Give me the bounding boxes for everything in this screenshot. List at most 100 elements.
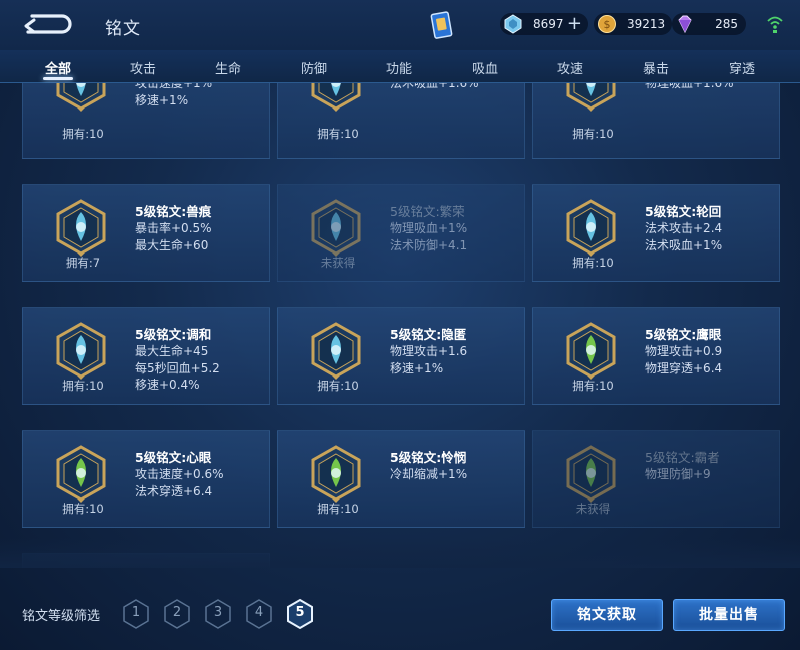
rune-card-icon[interactable]: [428, 10, 456, 40]
signal-icon: [767, 16, 783, 33]
rune-owned-count: 拥有:10: [572, 127, 614, 141]
rune-owned-count: 未获得: [575, 502, 611, 516]
diamond-icon: [678, 15, 692, 34]
tab-health[interactable]: 生命: [188, 58, 268, 77]
page-title: 铭文: [105, 19, 141, 39]
level-filter-5[interactable]: 5: [286, 598, 314, 630]
rune-stat-line: 物理防御+9: [645, 467, 711, 481]
rune-card[interactable]: 5级铭文:调和 最大生命+45 每5秒回血+5.2 移速+0.4% 拥有:10: [22, 307, 270, 405]
scroll-fade: [0, 538, 800, 568]
level-filter-1[interactable]: 1: [122, 598, 150, 630]
gold-coin-icon: $: [598, 15, 616, 33]
tab-utility[interactable]: 功能: [359, 58, 439, 77]
category-tabs: 全部 攻击 生命 防御 功能 吸血 攻速 暴击 穿透: [0, 50, 800, 83]
level-filter-3-label: 3: [213, 605, 223, 620]
prosperity-rune-icon: [311, 199, 361, 257]
rune-card[interactable]: 5级铭文:隐匿 物理攻击+1.6 移速+1% 拥有:10: [277, 307, 525, 405]
rune-stat-line: 法术防御+4.1: [390, 238, 468, 252]
rune-stats: 冷却缩减+1%: [390, 466, 467, 483]
harmony-rune-icon: [56, 322, 106, 380]
rune-owned-count: 拥有:10: [317, 502, 359, 516]
rune-stats: 物理防御+9: [645, 466, 711, 483]
level-filter-3[interactable]: 3: [204, 598, 232, 630]
rune-owned-count: 拥有:10: [62, 502, 104, 516]
rune-card[interactable]: 5级铭文:兽痕 暴击率+0.5% 最大生命+60 拥有:7: [22, 184, 270, 282]
level-filter-4[interactable]: 4: [245, 598, 273, 630]
tab-attack-speed[interactable]: 攻速: [530, 58, 610, 77]
diamond-amount: 285: [715, 17, 738, 31]
rune-grid[interactable]: 5级铭文:狩猎攻击速度+1%移速+1%拥有:105级铭文:贪婪法术吸血+1.6%…: [0, 83, 800, 568]
mercy-rune-icon: [311, 445, 361, 503]
gem-icon: [504, 14, 522, 34]
level-filter-5-label: 5: [295, 605, 305, 620]
rune-stats: 物理吸血+1.6%: [645, 83, 734, 92]
rune-title: 5级铭文:隐匿: [390, 327, 467, 342]
mind-eye-rune-icon: [56, 445, 106, 503]
rune-title: 5级铭文:兽痕: [135, 204, 212, 219]
rune-card[interactable]: 5级铭文:怜悯 冷却缩减+1% 拥有:10: [277, 430, 525, 528]
level-filter-2-label: 2: [172, 605, 182, 620]
rune-owned-count: 拥有:10: [62, 379, 104, 393]
rune-title: 5级铭文:调和: [135, 327, 212, 342]
tab-penetration[interactable]: 穿透: [702, 58, 782, 77]
stealth-rune-icon: [311, 322, 361, 380]
rune-stat-line: 攻击速度+0.6%: [135, 467, 224, 481]
diamond-currency: 285: [672, 13, 746, 35]
greed-rune-icon: [311, 83, 361, 112]
rune-title: 5级铭文:怜悯: [390, 450, 467, 465]
rune-stats: 攻击速度+1% 移速+1%: [135, 83, 212, 109]
rune-stats: 法术攻击+2.4 法术吸血+1%: [645, 220, 722, 254]
extract-rune-icon: [566, 83, 616, 112]
gem-currency: 8697 +: [500, 13, 588, 35]
rune-stat-line: 暴击率+0.5%: [135, 221, 212, 235]
rune-owned-count: 未获得: [320, 256, 356, 270]
bulk-sell-button[interactable]: 批量出售: [673, 599, 785, 631]
rune-card[interactable]: 5级铭文:繁荣 物理吸血+1% 法术防御+4.1 未获得: [277, 184, 525, 282]
rune-stat-line: 每5秒回血+5.2: [135, 361, 220, 375]
rune-title: 5级铭文:繁荣: [390, 204, 465, 219]
rune-title: 5级铭文:心眼: [135, 450, 212, 465]
rune-card[interactable]: 5级铭文:鹰眼 物理攻击+0.9 物理穿透+6.4 拥有:10: [532, 307, 780, 405]
rune-owned-count: 拥有:10: [572, 379, 614, 393]
level-filter-4-label: 4: [254, 605, 264, 620]
rune-stat-line: 移速+1%: [135, 93, 189, 107]
rune-stats: 法术吸血+1.6%: [390, 83, 479, 92]
rune-card[interactable]: 5级铭文:夺萃物理吸血+1.6%拥有:10: [532, 83, 780, 159]
tab-all[interactable]: 全部: [18, 58, 98, 77]
rune-card[interactable]: 5级铭文:霸者 物理防御+9 未获得: [532, 430, 780, 528]
rune-title: 5级铭文:鹰眼: [645, 327, 722, 342]
rune-stat-line: 物理攻击+1.6: [390, 344, 468, 358]
rune-stat-line: 移速+0.4%: [135, 378, 200, 392]
back-arrow-icon[interactable]: [18, 10, 76, 38]
tab-lifesteal[interactable]: 吸血: [445, 58, 525, 77]
rune-stats: 最大生命+45 每5秒回血+5.2 移速+0.4%: [135, 343, 220, 394]
plus-icon[interactable]: +: [567, 15, 582, 33]
rune-stat-line: 法术吸血+1.6%: [390, 83, 479, 90]
rune-stat-line: 最大生命+45: [135, 344, 209, 358]
rune-stat-line: 法术吸血+1%: [645, 238, 723, 252]
level-filter-2[interactable]: 2: [163, 598, 191, 630]
rune-stats: 暴击率+0.5% 最大生命+60: [135, 220, 212, 254]
rune-stat-line: 攻击速度+1%: [135, 83, 213, 90]
rune-card[interactable]: 5级铭文:狩猎攻击速度+1%移速+1%拥有:10: [22, 83, 270, 159]
rune-stat-line: 物理吸血+1%: [390, 221, 468, 235]
tab-attack[interactable]: 攻击: [103, 58, 183, 77]
svg-text:$: $: [604, 18, 611, 31]
rune-stat-line: 法术攻击+2.4: [645, 221, 723, 235]
rune-card[interactable]: 5级铭文:心眼 攻击速度+0.6% 法术穿透+6.4 拥有:10: [22, 430, 270, 528]
rune-stat-line: 物理吸血+1.6%: [645, 83, 734, 90]
tab-crit[interactable]: 暴击: [616, 58, 696, 77]
rune-owned-count: 拥有:10: [62, 127, 104, 141]
rune-stats: 物理吸血+1% 法术防御+4.1: [390, 220, 467, 254]
rune-owned-count: 拥有:10: [317, 127, 359, 141]
rune-title: 5级铭文:轮回: [645, 204, 722, 219]
tab-defense[interactable]: 防御: [274, 58, 354, 77]
overlord-rune-icon: [566, 445, 616, 503]
hunt-rune-icon: [56, 83, 106, 112]
rune-owned-count: 拥有:7: [65, 256, 101, 270]
rune-card[interactable]: 5级铭文:轮回 法术攻击+2.4 法术吸血+1% 拥有:10: [532, 184, 780, 282]
rune-acquire-button[interactable]: 铭文获取: [551, 599, 663, 631]
rune-stat-line: 冷却缩减+1%: [390, 467, 468, 481]
rune-stat-line: 移速+1%: [390, 361, 444, 375]
rune-card[interactable]: 5级铭文:贪婪法术吸血+1.6%拥有:10: [277, 83, 525, 159]
